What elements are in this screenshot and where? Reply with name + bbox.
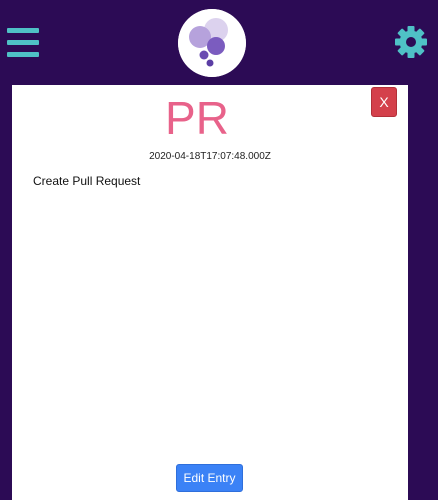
gear-graphic [395, 26, 427, 58]
entry-body: Create Pull Request [33, 174, 141, 188]
entry-card: X PR 2020-04-18T17:07:48.000Z Create Pul… [12, 85, 408, 500]
bubbles-logo-icon[interactable] [178, 9, 246, 77]
menu-bar-bottom [7, 52, 39, 57]
entry-timestamp: 2020-04-18T17:07:48.000Z [149, 151, 271, 162]
gear-icon[interactable] [393, 24, 429, 60]
logo-graphic [178, 9, 246, 77]
app-root: X PR 2020-04-18T17:07:48.000Z Create Pul… [0, 0, 438, 500]
hamburger-menu-icon[interactable] [7, 27, 39, 59]
app-header [0, 0, 438, 84]
entry-title: PR [165, 92, 229, 144]
menu-bar-middle [7, 40, 39, 45]
menu-bar-top [7, 28, 39, 33]
edit-entry-button[interactable]: Edit Entry [176, 464, 243, 492]
